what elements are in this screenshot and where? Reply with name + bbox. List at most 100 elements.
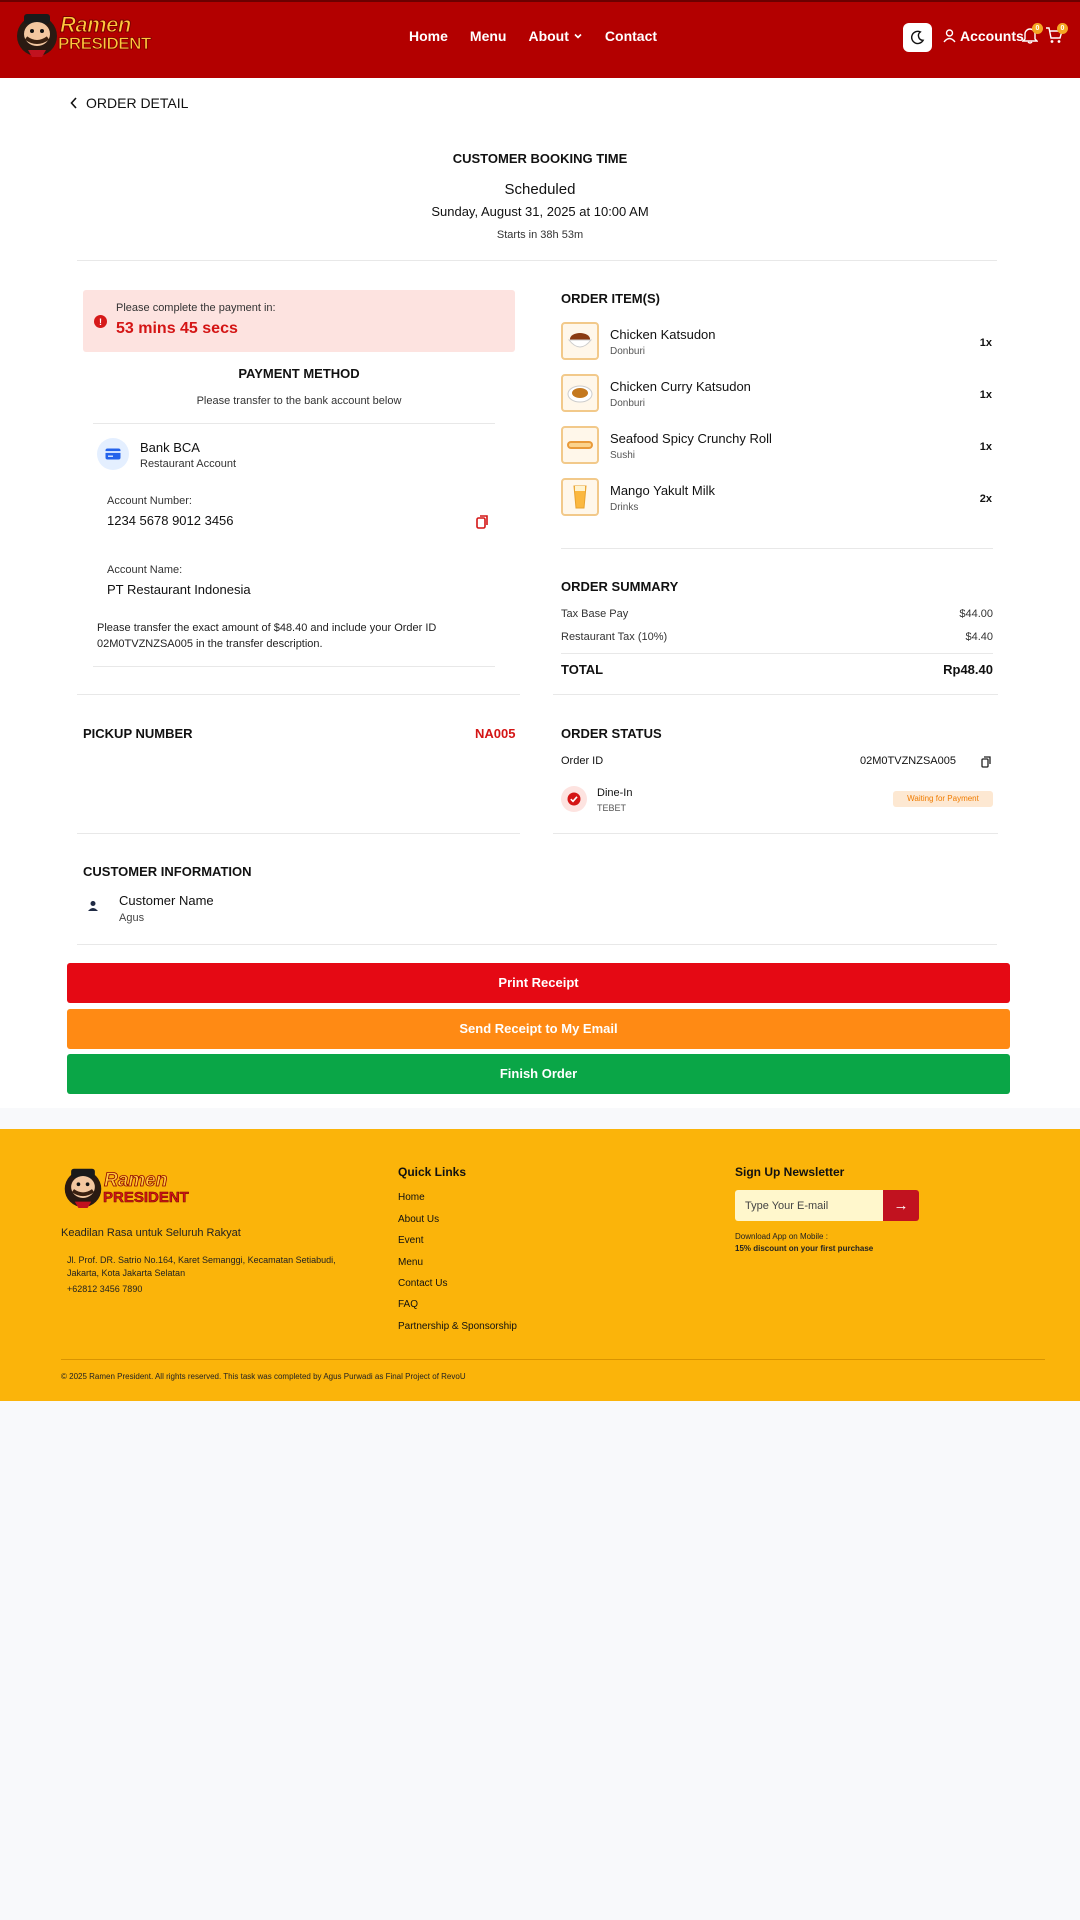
dark-mode-toggle[interactable]: [903, 23, 932, 52]
account-number: 1234 5678 9012 3456: [107, 513, 234, 528]
item-name: Chicken Katsudon: [610, 327, 716, 342]
nav-about[interactable]: About: [528, 28, 582, 44]
footer-link-home[interactable]: Home: [398, 1192, 425, 1203]
booking-date: Sunday, August 31, 2025 at 10:00 AM: [431, 204, 649, 219]
item-category: Sushi: [610, 450, 636, 461]
bank-account-type: Restaurant Account: [140, 458, 237, 470]
footer: Ramen PRESIDENT Keadilan Rasa untuk Selu…: [0, 1129, 1080, 1401]
person-icon: [87, 899, 99, 917]
item-thumbnail: [561, 374, 599, 412]
footer-brand-line2: PRESIDENT: [103, 1189, 189, 1207]
item-thumbnail: [561, 426, 599, 464]
item-category: Drinks: [610, 502, 639, 513]
account-name: PT Restaurant Indonesia: [107, 582, 251, 597]
divider: [561, 548, 993, 549]
dine-in-label: Dine-In: [597, 787, 633, 799]
account-name-label: Account Name:: [107, 564, 183, 576]
booking-countdown: Starts in 38h 53m: [496, 229, 584, 241]
divider: [77, 260, 997, 261]
newsletter-submit-button[interactable]: →: [883, 1190, 919, 1221]
payment-deadline-label: Please complete the payment in:: [116, 302, 276, 314]
accounts-menu[interactable]: Accounts: [943, 28, 1024, 44]
moon-icon: [910, 30, 925, 45]
payment-method-subtitle: Please transfer to the bank account belo…: [196, 395, 402, 407]
nav-contact[interactable]: Contact: [605, 28, 657, 44]
item-name: Mango Yakult Milk: [610, 483, 716, 498]
tax-base-label: Tax Base Pay: [561, 608, 629, 620]
tax-base-value: $44.00: [959, 608, 993, 620]
divider: [77, 694, 520, 695]
customer-name-label: Customer Name: [119, 893, 214, 908]
item-thumbnail: [561, 322, 599, 360]
print-receipt-button[interactable]: Print Receipt: [67, 963, 1010, 1003]
download-app-text: Download App on Mobile :: [735, 1232, 828, 1241]
user-icon: [943, 29, 956, 43]
item-category: Donburi: [610, 346, 646, 357]
discount-text: 15% discount on your first purchase: [735, 1244, 874, 1253]
accounts-label: Accounts: [960, 28, 1024, 44]
footer-link-partnership[interactable]: Partnership & Sponsorship: [398, 1321, 517, 1332]
arrow-right-icon: →: [893, 1197, 909, 1214]
divider: [77, 833, 520, 834]
payment-countdown: 53 mins 45 secs: [116, 320, 238, 337]
order-id-label: Order ID: [561, 755, 604, 767]
footer-divider: [61, 1359, 1045, 1360]
nav-about-label: About: [528, 28, 569, 44]
sushi-roll-icon: [567, 441, 593, 449]
notification-button[interactable]: 0: [1021, 23, 1043, 49]
outlet-name: TEBET: [597, 803, 627, 813]
restaurant-tax-value: $4.40: [965, 631, 993, 643]
footer-address: Jl. Prof. DR. Satrio No.164, Karet Seman…: [67, 1255, 336, 1278]
restaurant-tax-label: Restaurant Tax (10%): [561, 631, 668, 643]
newsletter-title: Sign Up Newsletter: [735, 1165, 845, 1179]
brand-logo[interactable]: Ramen PRESIDENT: [14, 8, 152, 60]
footer-phone: +62812 3456 7890: [67, 1284, 143, 1294]
footer-link-contact[interactable]: Contact Us: [398, 1278, 447, 1289]
item-quantity: 2x: [979, 493, 992, 505]
total-label: TOTAL: [561, 662, 604, 677]
item-quantity: 1x: [979, 337, 992, 349]
item-name: Seafood Spicy Crunchy Roll: [610, 431, 772, 446]
copy-order-id-button[interactable]: [981, 755, 991, 773]
order-summary-title: ORDER SUMMARY: [561, 579, 679, 594]
copy-icon: [476, 515, 488, 529]
page-title: ORDER DETAIL: [86, 95, 189, 111]
drink-glass-icon: [573, 485, 587, 509]
chevron-down-icon: [574, 33, 582, 39]
footer-link-faq[interactable]: FAQ: [398, 1299, 418, 1310]
curry-plate-icon: [567, 385, 593, 403]
divider: [93, 423, 495, 424]
copy-account-number-button[interactable]: [476, 515, 488, 534]
item-thumbnail: [561, 478, 599, 516]
pickup-number: NA005: [475, 726, 516, 741]
total-value: Rp48.40: [943, 662, 993, 677]
order-detail-page: ORDER DETAIL CUSTOMER BOOKING TIME Sched…: [0, 78, 1080, 1108]
footer-link-menu[interactable]: Menu: [398, 1257, 423, 1268]
newsletter-email-input[interactable]: [735, 1190, 883, 1221]
divider: [93, 666, 495, 667]
nav-menu[interactable]: Menu: [470, 28, 507, 44]
mascot-icon: [64, 1168, 102, 1208]
payment-deadline-alert: ! Please complete the payment in: 53 min…: [83, 290, 515, 352]
account-number-label: Account Number:: [107, 495, 192, 507]
footer-link-event[interactable]: Event: [398, 1235, 424, 1246]
cart-button[interactable]: 0: [1045, 23, 1068, 49]
main-nav: Home Menu About Contact: [409, 28, 657, 44]
nav-home[interactable]: Home: [409, 28, 448, 44]
item-category: Donburi: [610, 398, 646, 409]
navbar: Ramen PRESIDENT Home Menu About Contact …: [0, 0, 1080, 78]
finish-order-button[interactable]: Finish Order: [67, 1054, 1010, 1094]
quick-links-title: Quick Links: [398, 1165, 467, 1179]
back-button[interactable]: ORDER DETAIL: [70, 95, 188, 111]
footer-link-about[interactable]: About Us: [398, 1214, 439, 1225]
copyright: © 2025 Ramen President. All rights reser…: [61, 1372, 466, 1381]
brand-name-line2: PRESIDENT: [58, 34, 152, 54]
divider: [561, 653, 993, 654]
send-receipt-email-button[interactable]: Send Receipt to My Email: [67, 1009, 1010, 1049]
pickup-number-label: PICKUP NUMBER: [83, 726, 193, 741]
order-status-title: ORDER STATUS: [561, 726, 662, 741]
footer-logo[interactable]: Ramen PRESIDENT: [62, 1164, 189, 1212]
payment-method-title: PAYMENT METHOD: [238, 366, 360, 381]
divider: [553, 833, 998, 834]
booking-title: CUSTOMER BOOKING TIME: [452, 151, 628, 166]
